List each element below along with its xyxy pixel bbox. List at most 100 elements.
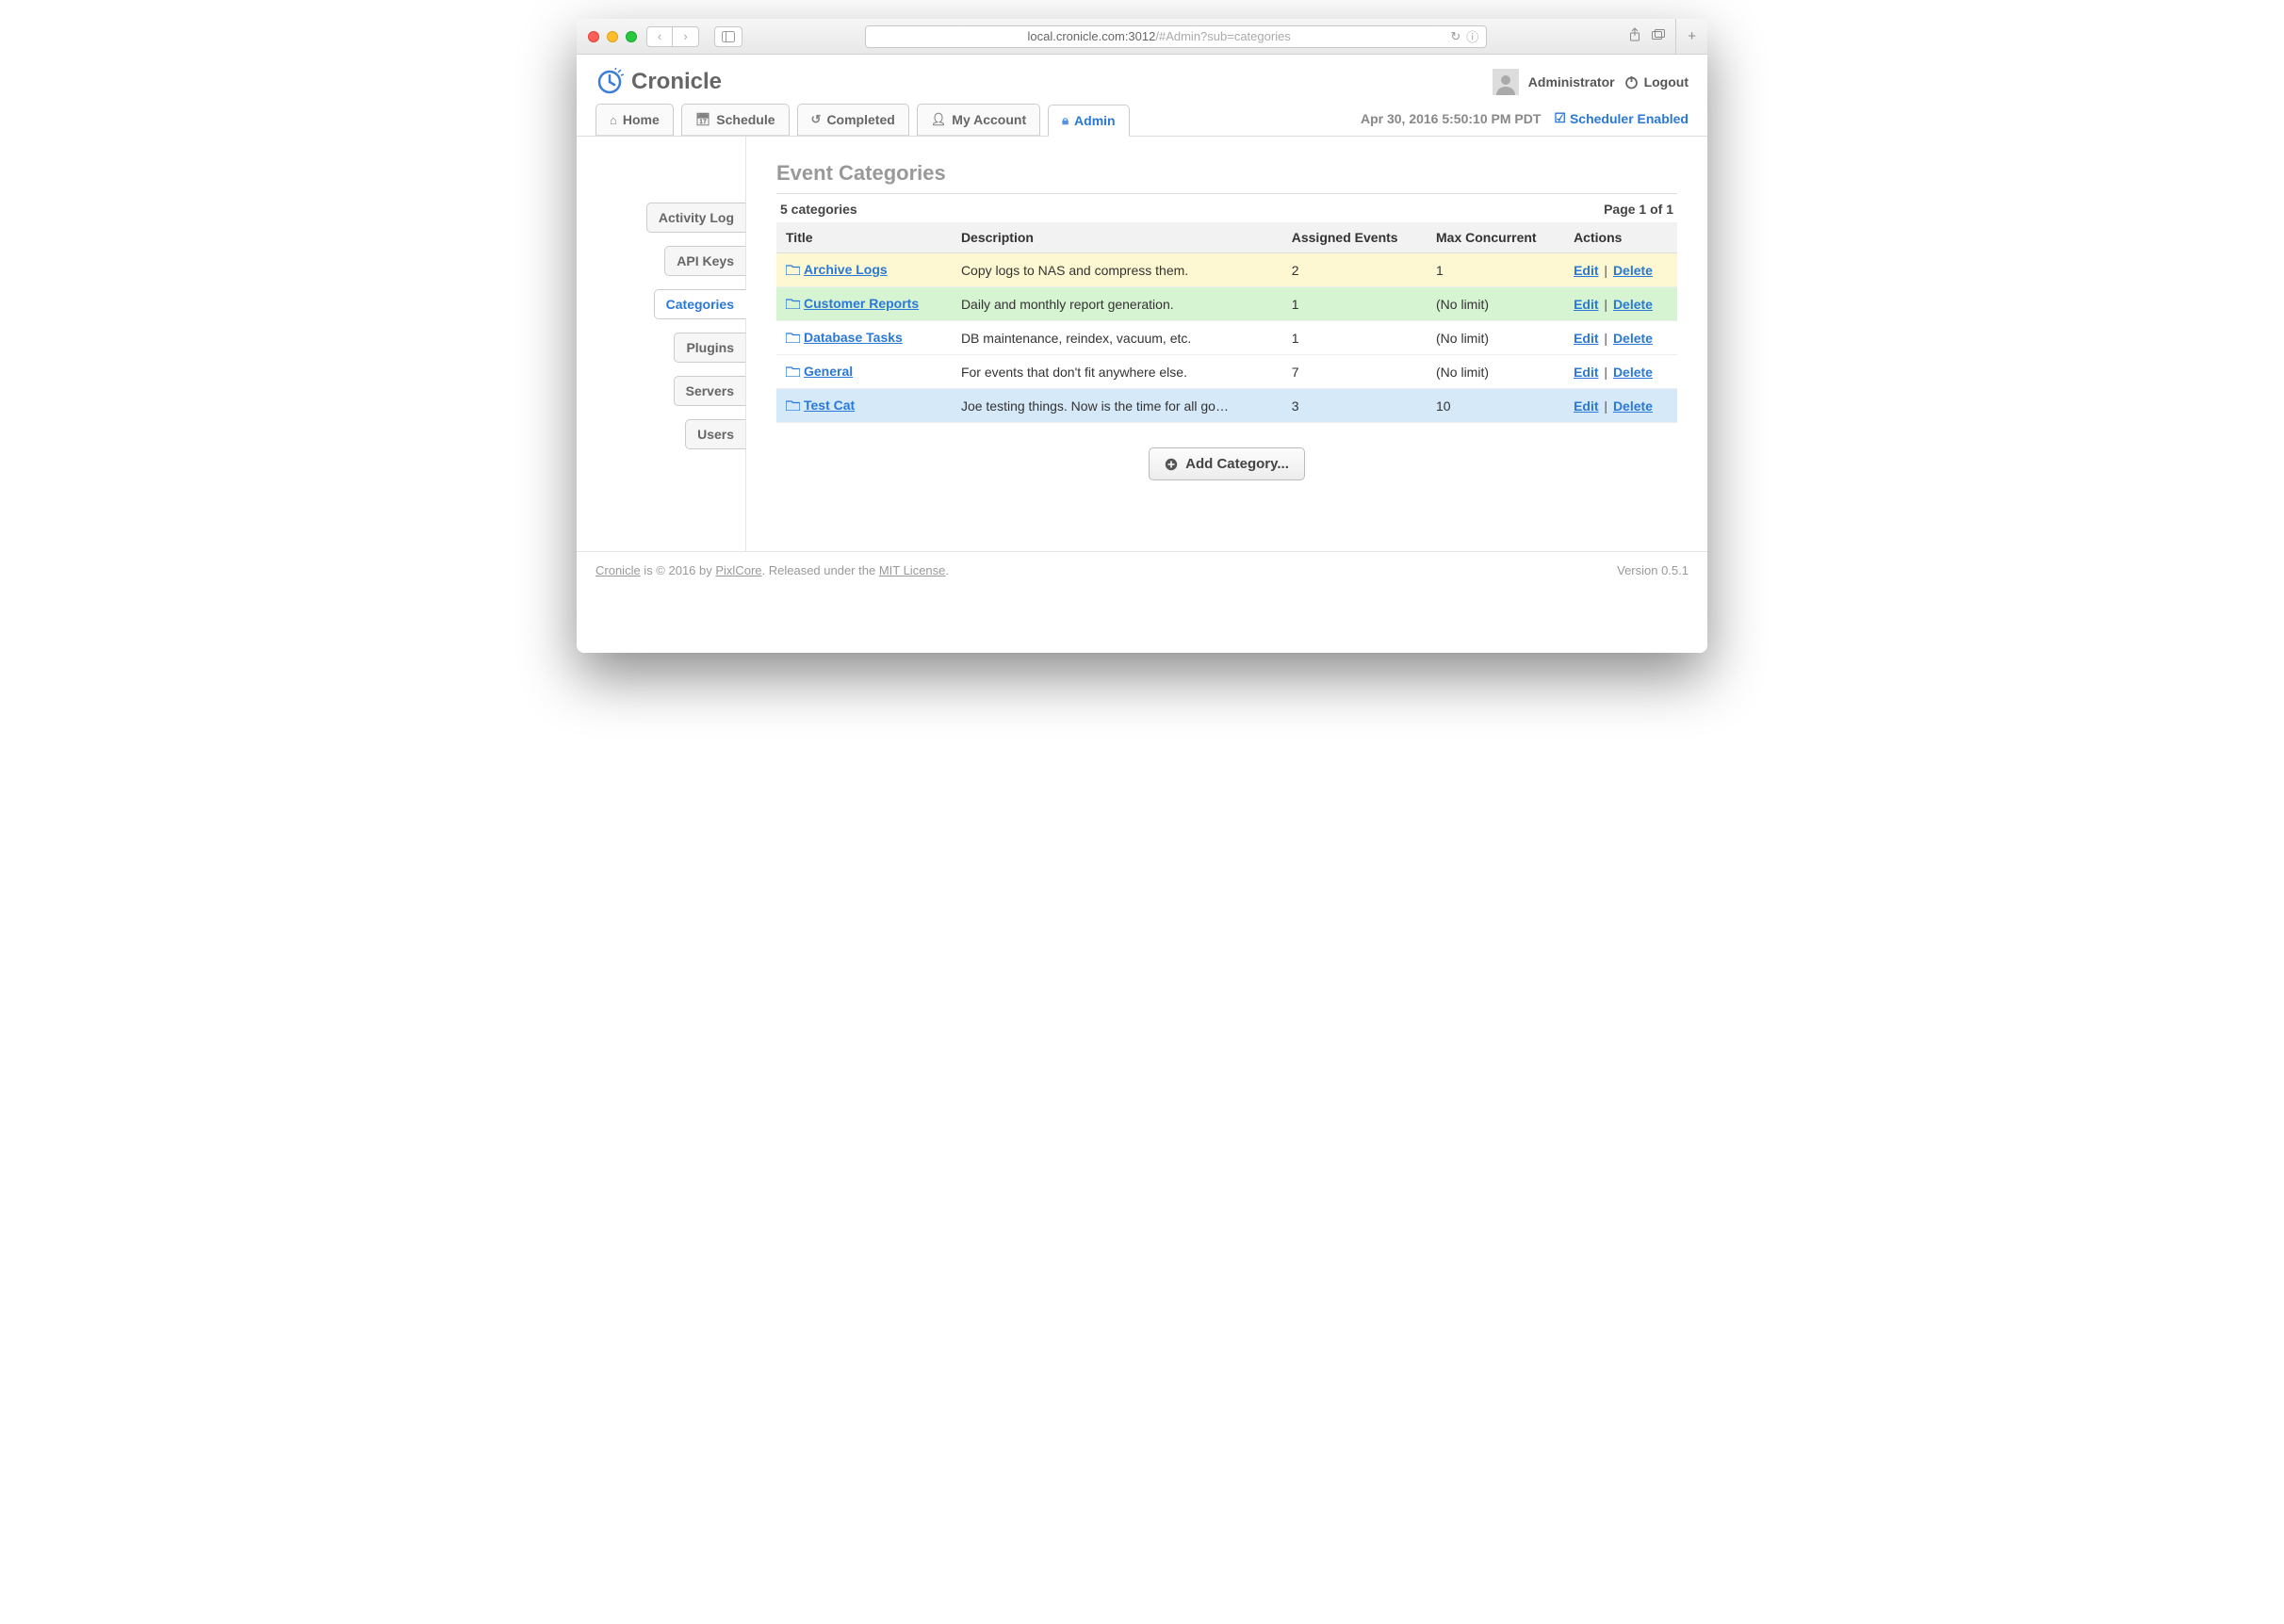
cell-assigned: 3 xyxy=(1282,389,1427,423)
cell-max: 10 xyxy=(1427,389,1564,423)
category-link[interactable]: Database Tasks xyxy=(804,330,903,345)
user-name[interactable]: Administrator xyxy=(1528,74,1615,89)
category-link[interactable]: Test Cat xyxy=(804,398,855,413)
footer-company-link[interactable]: PixlCore xyxy=(715,563,761,577)
sidebar-item-users[interactable]: Users xyxy=(685,419,746,449)
col-max: Max Concurrent xyxy=(1427,222,1564,253)
clock: Apr 30, 2016 5:50:10 PM PDT xyxy=(1361,111,1541,126)
cell-max: (No limit) xyxy=(1427,287,1564,321)
category-link[interactable]: Customer Reports xyxy=(804,296,919,311)
logout-button[interactable]: Logout xyxy=(1624,74,1689,89)
main-tab-row: ⌂ Home 📅︎ Schedule ↺ Completed 👤︎ My Acc… xyxy=(577,104,1707,137)
reader-icon[interactable]: ⓘ xyxy=(1466,27,1478,45)
address-bar[interactable]: local.cronicle.com:3012/#Admin?sub=categ… xyxy=(865,25,1487,48)
delete-link[interactable]: Delete xyxy=(1613,365,1653,380)
footer-license-link[interactable]: MIT License xyxy=(879,563,946,577)
edit-link[interactable]: Edit xyxy=(1574,398,1598,414)
table-row: Archive Logs Copy logs to NAS and compres… xyxy=(776,253,1677,287)
sidebar-item-categories[interactable]: Categories xyxy=(654,289,746,319)
forward-button[interactable]: › xyxy=(673,26,699,47)
plus-circle-icon xyxy=(1165,458,1178,471)
col-description: Description xyxy=(952,222,1282,253)
sidebar-item-plugins[interactable]: Plugins xyxy=(674,333,746,363)
category-count: 5 categories xyxy=(780,202,857,217)
cell-assigned: 1 xyxy=(1282,321,1427,355)
edit-link[interactable]: Edit xyxy=(1574,297,1598,312)
power-icon xyxy=(1624,75,1639,89)
cell-assigned: 1 xyxy=(1282,287,1427,321)
share-icon[interactable] xyxy=(1628,27,1641,46)
cell-max: (No limit) xyxy=(1427,355,1564,389)
address-text: local.cronicle.com:3012/#Admin?sub=categ… xyxy=(873,29,1444,43)
col-actions: Actions xyxy=(1564,222,1677,253)
cell-description: Copy logs to NAS and compress them. xyxy=(952,253,1282,287)
folder-icon xyxy=(786,365,800,380)
app-name: Cronicle xyxy=(631,69,722,95)
cell-assigned: 7 xyxy=(1282,355,1427,389)
page-title: Event Categories xyxy=(776,161,1677,194)
home-icon: ⌂ xyxy=(610,113,617,127)
cell-description: DB maintenance, reindex, vacuum, etc. xyxy=(952,321,1282,355)
cronicle-logo-icon xyxy=(595,68,624,96)
tab-completed[interactable]: ↺ Completed xyxy=(797,104,909,136)
edit-link[interactable]: Edit xyxy=(1574,365,1598,380)
sidebar-item-servers[interactable]: Servers xyxy=(674,376,746,406)
col-title: Title xyxy=(776,222,952,253)
show-sidebar-button[interactable] xyxy=(714,26,742,47)
tab-schedule[interactable]: 📅︎ Schedule xyxy=(681,104,790,136)
table-row: Database Tasks DB maintenance, reindex, v… xyxy=(776,321,1677,355)
cell-assigned: 2 xyxy=(1282,253,1427,287)
tab-admin[interactable]: 🔒︎ Admin xyxy=(1048,105,1129,137)
add-category-button[interactable]: Add Category... xyxy=(1149,447,1305,480)
admin-sidebar: Activity Log API Keys Categories Plugins… xyxy=(577,137,746,551)
user-icon: 👤︎ xyxy=(931,112,947,127)
lock-icon: 🔒︎ xyxy=(1062,113,1069,128)
new-tab-button[interactable]: + xyxy=(1675,19,1696,55)
folder-icon xyxy=(786,263,800,278)
tab-home[interactable]: ⌂ Home xyxy=(595,104,674,136)
history-icon: ↺ xyxy=(811,112,822,127)
footer: Cronicle is © 2016 by PixlCore. Released… xyxy=(577,551,1707,653)
delete-link[interactable]: Delete xyxy=(1613,398,1653,414)
cell-max: (No limit) xyxy=(1427,321,1564,355)
reload-icon[interactable]: ↻ xyxy=(1450,29,1460,44)
app-header: Cronicle Administrator Logout xyxy=(577,55,1707,104)
browser-nav-buttons: ‹ › xyxy=(646,26,699,47)
folder-icon xyxy=(786,331,800,346)
browser-chrome: ‹ › local.cronicle.com:3012/#Admin?sub=c… xyxy=(577,19,1707,55)
calendar-icon: 📅︎ xyxy=(695,112,711,127)
category-link[interactable]: General xyxy=(804,364,853,379)
folder-icon xyxy=(786,398,800,414)
delete-link[interactable]: Delete xyxy=(1613,331,1653,346)
check-icon: ☑ xyxy=(1554,110,1566,126)
delete-link[interactable]: Delete xyxy=(1613,263,1653,278)
table-row: General For events that don't fit anywher… xyxy=(776,355,1677,389)
logout-label: Logout xyxy=(1644,74,1689,89)
cell-description: Daily and monthly report generation. xyxy=(952,287,1282,321)
window-zoom-icon[interactable] xyxy=(626,31,637,42)
window-minimize-icon[interactable] xyxy=(607,31,618,42)
window-close-icon[interactable] xyxy=(588,31,599,42)
footer-product-link[interactable]: Cronicle xyxy=(595,563,641,577)
sidebar-item-activity-log[interactable]: Activity Log xyxy=(646,203,746,233)
cell-description: For events that don't fit anywhere else. xyxy=(952,355,1282,389)
pager-label: Page 1 of 1 xyxy=(1604,202,1673,217)
traffic-lights xyxy=(588,31,637,42)
tab-my-account[interactable]: 👤︎ My Account xyxy=(917,104,1040,136)
edit-link[interactable]: Edit xyxy=(1574,331,1598,346)
back-button[interactable]: ‹ xyxy=(646,26,673,47)
sidebar-item-api-keys[interactable]: API Keys xyxy=(664,246,746,276)
col-assigned: Assigned Events xyxy=(1282,222,1427,253)
edit-link[interactable]: Edit xyxy=(1574,263,1598,278)
app-logo[interactable]: Cronicle xyxy=(595,68,722,96)
sidebar-icon xyxy=(722,31,735,42)
tabs-icon[interactable] xyxy=(1651,28,1666,45)
footer-version: Version 0.5.1 xyxy=(1617,563,1689,577)
avatar[interactable] xyxy=(1493,69,1519,95)
category-link[interactable]: Archive Logs xyxy=(804,262,888,277)
delete-link[interactable]: Delete xyxy=(1613,297,1653,312)
user-icon xyxy=(1494,73,1517,95)
table-row: Test CatJoe testing things. Now is the t… xyxy=(776,389,1677,423)
main-content: Event Categories 5 categories Page 1 of … xyxy=(746,137,1707,551)
scheduler-toggle[interactable]: ☑ Scheduler Enabled xyxy=(1554,110,1689,126)
